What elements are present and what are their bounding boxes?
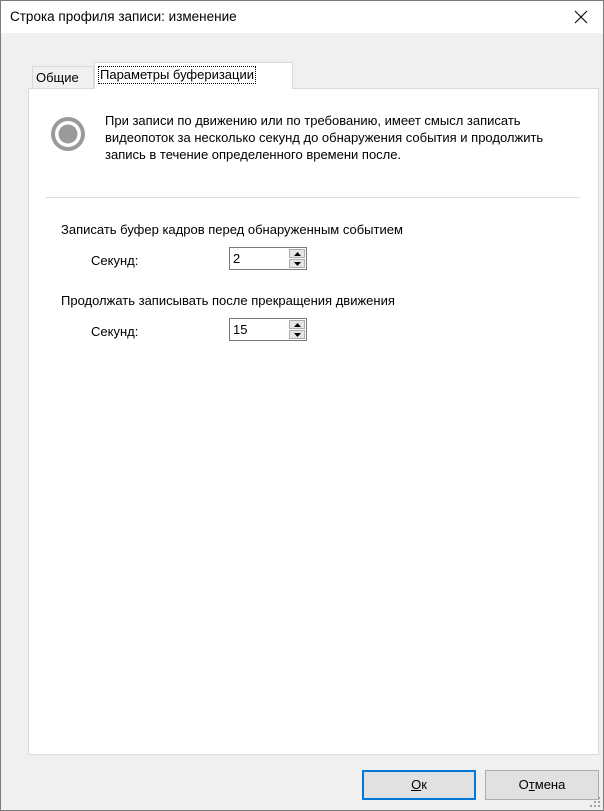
ok-button[interactable]: Ок <box>362 770 476 800</box>
window-title: Строка профиля записи: изменение <box>10 9 237 24</box>
ok-label-rest: к <box>421 777 427 792</box>
arrow-down-icon <box>293 261 301 266</box>
pre-buffer-section-label: Записать буфер кадров перед обнаруженным… <box>61 222 403 237</box>
cancel-button[interactable]: Отмена <box>485 770 599 800</box>
radio-record-icon <box>51 117 85 151</box>
cancel-label-prefix: О <box>518 777 529 792</box>
title-bar: Строка профиля записи: изменение <box>1 1 603 33</box>
separator <box>46 197 580 198</box>
tab-buffering-params-label: Параметры буферизации <box>98 66 257 84</box>
post-buffer-spin-buttons <box>289 320 305 339</box>
tab-general[interactable]: Общие <box>32 66 94 88</box>
tab-panel <box>28 88 599 755</box>
tab-buffering-params[interactable]: Параметры буферизации <box>94 62 293 89</box>
tab-general-label: Общие <box>36 70 79 85</box>
arrow-down-icon <box>293 332 301 337</box>
close-icon <box>574 10 588 24</box>
ok-mnemonic: О <box>411 777 422 792</box>
info-description: При записи по движению или по требованию… <box>105 113 544 162</box>
post-buffer-seconds-label: Секунд: <box>91 324 139 339</box>
arrow-up-icon <box>293 322 301 327</box>
pre-buffer-spin-buttons <box>289 249 305 268</box>
pre-buffer-decrement-button[interactable] <box>289 259 305 268</box>
pre-buffer-seconds-stepper <box>229 247 307 270</box>
post-buffer-section-label: Продолжать записывать после прекращения … <box>61 293 395 308</box>
pre-buffer-increment-button[interactable] <box>289 249 305 258</box>
post-buffer-decrement-button[interactable] <box>289 330 305 339</box>
post-buffer-seconds-input[interactable] <box>230 319 288 340</box>
post-buffer-increment-button[interactable] <box>289 320 305 329</box>
resize-grip-icon[interactable] <box>589 796 601 808</box>
close-button[interactable] <box>559 1 603 33</box>
pre-buffer-seconds-input[interactable] <box>230 248 288 269</box>
post-buffer-seconds-stepper <box>229 318 307 341</box>
pre-buffer-seconds-label: Секунд: <box>91 253 139 268</box>
dialog-window: Строка профиля записи: изменение Общие П… <box>0 0 604 811</box>
cancel-label-rest: мена <box>534 777 566 792</box>
arrow-up-icon <box>293 251 301 256</box>
